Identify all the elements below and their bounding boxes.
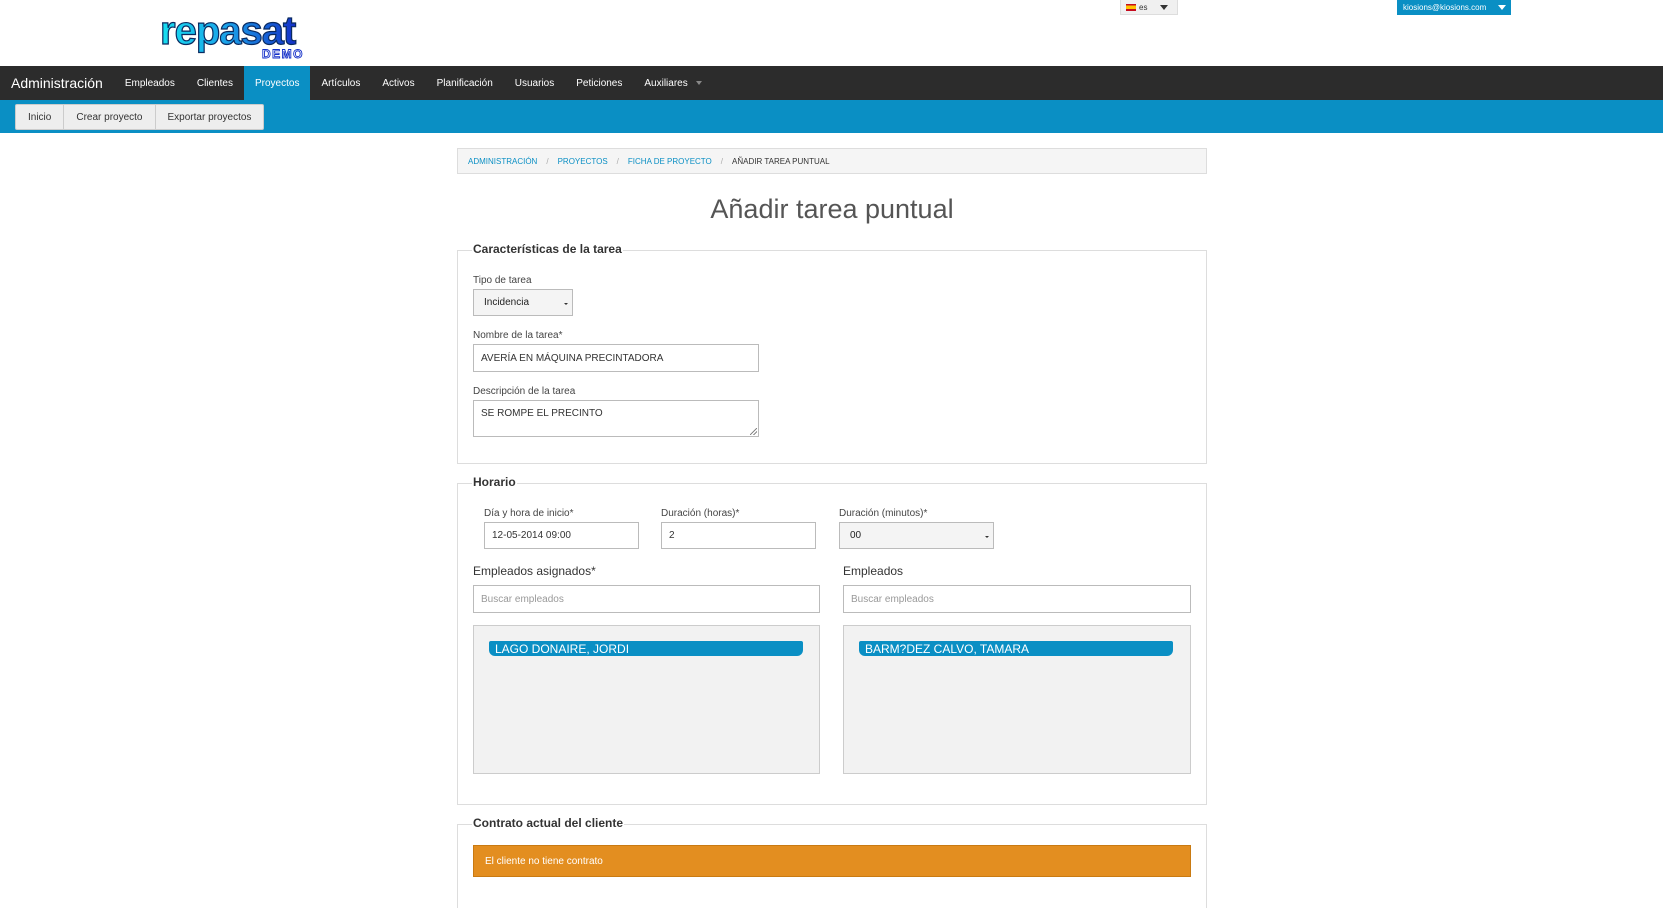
buscar-asignados-input[interactable]: Buscar empleados <box>473 585 820 613</box>
breadcrumb-separator: / <box>616 156 619 166</box>
breadcrumb: Administración / Proyectos / Ficha de pr… <box>457 148 1207 174</box>
duracion-minutos-label: Duración (minutos)* <box>839 508 928 519</box>
dropdown-arrow-icon <box>564 302 568 305</box>
chevron-down-icon <box>1160 4 1169 10</box>
nav-item-planificacion[interactable]: Planificación <box>426 66 504 100</box>
descripcion-tarea-value: SE ROMPE EL PRECINTO <box>481 408 603 419</box>
breadcrumb-separator: / <box>720 156 724 166</box>
nav-item-activos[interactable]: Activos <box>371 66 425 100</box>
tipo-tarea-label: Tipo de tarea <box>473 275 532 286</box>
page-title: Añadir tarea puntual <box>710 194 954 224</box>
language-selector[interactable]: es <box>1120 0 1178 15</box>
nav-item-peticiones[interactable]: Peticiones <box>565 66 633 100</box>
descripcion-tarea-textarea[interactable]: SE ROMPE EL PRECINTO <box>473 400 759 437</box>
tipo-tarea-select[interactable]: Incidencia <box>473 289 573 316</box>
inicio-datetime-input[interactable]: 12-05-2014 09:00 <box>484 522 639 549</box>
no-contract-alert: El cliente no tiene contrato <box>473 845 1191 877</box>
duracion-minutos-select[interactable]: 00 <box>839 522 994 549</box>
spain-flag-icon <box>1126 3 1136 11</box>
repasat-logo[interactable]: repasat DEMO <box>160 12 350 60</box>
user-menu[interactable]: kiosions@kiosions.com <box>1397 0 1511 15</box>
subnav-crear-proyecto-button[interactable]: Crear proyecto <box>64 105 156 129</box>
breadcrumb-link-administracion[interactable]: Administración <box>468 157 537 166</box>
nav-item-usuarios[interactable]: Usuarios <box>504 66 565 100</box>
assigned-employee-item[interactable]: LAGO DONAIRE, JORDI <box>489 641 803 656</box>
chevron-down-icon <box>695 81 702 85</box>
subnav-inicio-button[interactable]: Inicio <box>16 105 65 129</box>
horario-legend: Horario <box>472 475 517 489</box>
svg-text:DEMO: DEMO <box>262 47 304 60</box>
inicio-label: Día y hora de inicio* <box>484 508 574 519</box>
navbar-brand[interactable]: Administración <box>0 66 114 100</box>
empleados-list[interactable]: BARM?DEZ CALVO, TAMARA <box>843 625 1191 774</box>
contrato-panel: Contrato actual del cliente El cliente n… <box>457 816 1207 908</box>
buscar-empleados-input[interactable]: Buscar empleados <box>843 585 1191 613</box>
nav-item-auxiliares-label: Auxiliares <box>644 77 688 89</box>
main-navbar: Administración Empleados Clientes Proyec… <box>0 66 1663 100</box>
dropdown-arrow-icon <box>985 535 989 538</box>
caracteristicas-legend: Características de la tarea <box>472 242 623 256</box>
caracteristicas-panel: Características de la tarea Tipo de tare… <box>457 242 1207 464</box>
nav-item-empleados[interactable]: Empleados <box>114 66 186 100</box>
chevron-down-icon <box>1498 5 1507 10</box>
contrato-legend: Contrato actual del cliente <box>472 816 625 830</box>
duracion-minutos-value: 00 <box>850 530 862 541</box>
sub-navbar: Inicio Crear proyecto Exportar proyectos <box>0 100 1663 133</box>
subnav-exportar-proyectos-button[interactable]: Exportar proyectos <box>156 105 264 129</box>
subnav-button-group: Inicio Crear proyecto Exportar proyectos <box>15 104 265 130</box>
nombre-tarea-label: Nombre de la tarea* <box>473 330 563 341</box>
duracion-horas-label: Duración (horas)* <box>661 508 740 519</box>
available-employee-item[interactable]: BARM?DEZ CALVO, TAMARA <box>859 641 1173 656</box>
breadcrumb-separator: / <box>546 156 549 166</box>
nav-item-clientes[interactable]: Clientes <box>186 66 244 100</box>
language-code: es <box>1139 2 1148 12</box>
descripcion-tarea-label: Descripción de la tarea <box>473 386 576 397</box>
tipo-tarea-value: Incidencia <box>484 297 530 308</box>
empleados-label: Empleados <box>843 564 904 578</box>
horario-panel: Horario Día y hora de inicio* 12-05-2014… <box>457 475 1207 805</box>
nav-item-auxiliares[interactable]: Auxiliares <box>633 66 712 100</box>
resize-grip-icon[interactable] <box>750 428 757 435</box>
empleados-asignados-list[interactable]: LAGO DONAIRE, JORDI <box>473 625 820 774</box>
duracion-horas-input[interactable]: 2 <box>661 522 816 549</box>
breadcrumb-current: Añadir tarea puntual <box>732 156 830 166</box>
breadcrumb-link-ficha-proyecto[interactable]: Ficha de proyecto <box>628 157 712 166</box>
breadcrumb-link-proyectos[interactable]: Proyectos <box>558 157 608 166</box>
nombre-tarea-input[interactable]: AVERÍA EN MÁQUINA PRECINTADORA <box>473 344 759 372</box>
nav-item-proyectos[interactable]: Proyectos <box>244 66 311 100</box>
user-email: kiosions@kiosions.com <box>1403 3 1487 12</box>
empleados-asignados-label: Empleados asignados* <box>473 564 596 578</box>
nav-item-articulos[interactable]: Artículos <box>310 66 371 100</box>
